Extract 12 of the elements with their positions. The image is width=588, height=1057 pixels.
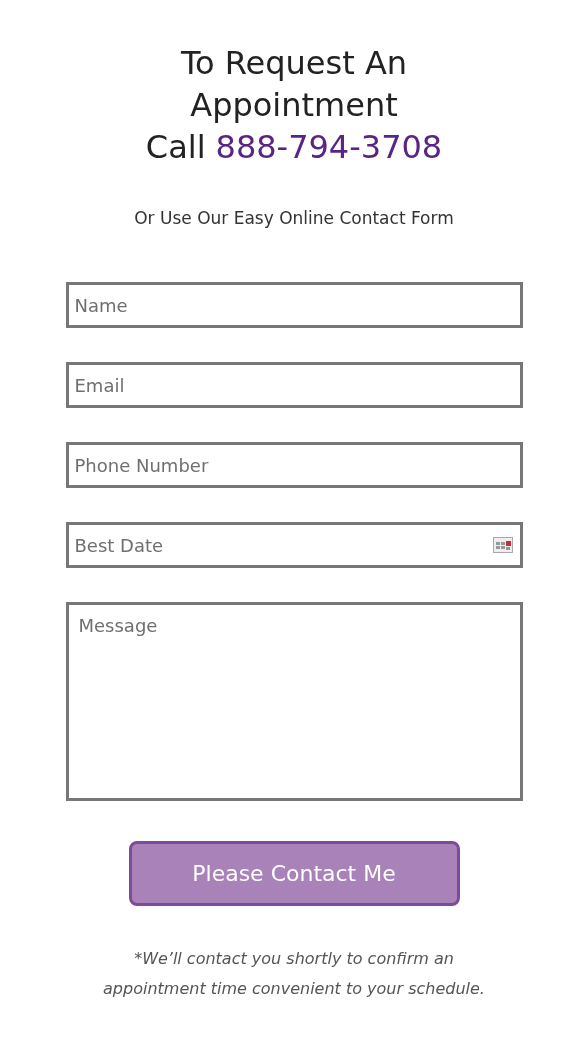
message-field[interactable]: Message: [65, 602, 523, 801]
input-field[interactable]: Email: [65, 362, 523, 408]
input-field[interactable]: Name: [65, 282, 523, 328]
input-field[interactable]: Phone Number: [65, 442, 523, 488]
subtitle: Or Use Our Easy Online Contact Form: [134, 208, 454, 228]
heading-text: Appointment: [190, 85, 398, 126]
date-field[interactable]: Best Date: [65, 522, 523, 568]
disclaimer-note: *We’ll contact you shortly to confirm an appointment time convenient to your schedule.: [102, 948, 486, 1000]
calendar-icon[interactable]: [492, 537, 513, 553]
heading-text: To Request An: [180, 43, 408, 84]
heading-text: Call: [145, 127, 206, 168]
phone-link[interactable]: 888-794-3708: [215, 126, 443, 168]
